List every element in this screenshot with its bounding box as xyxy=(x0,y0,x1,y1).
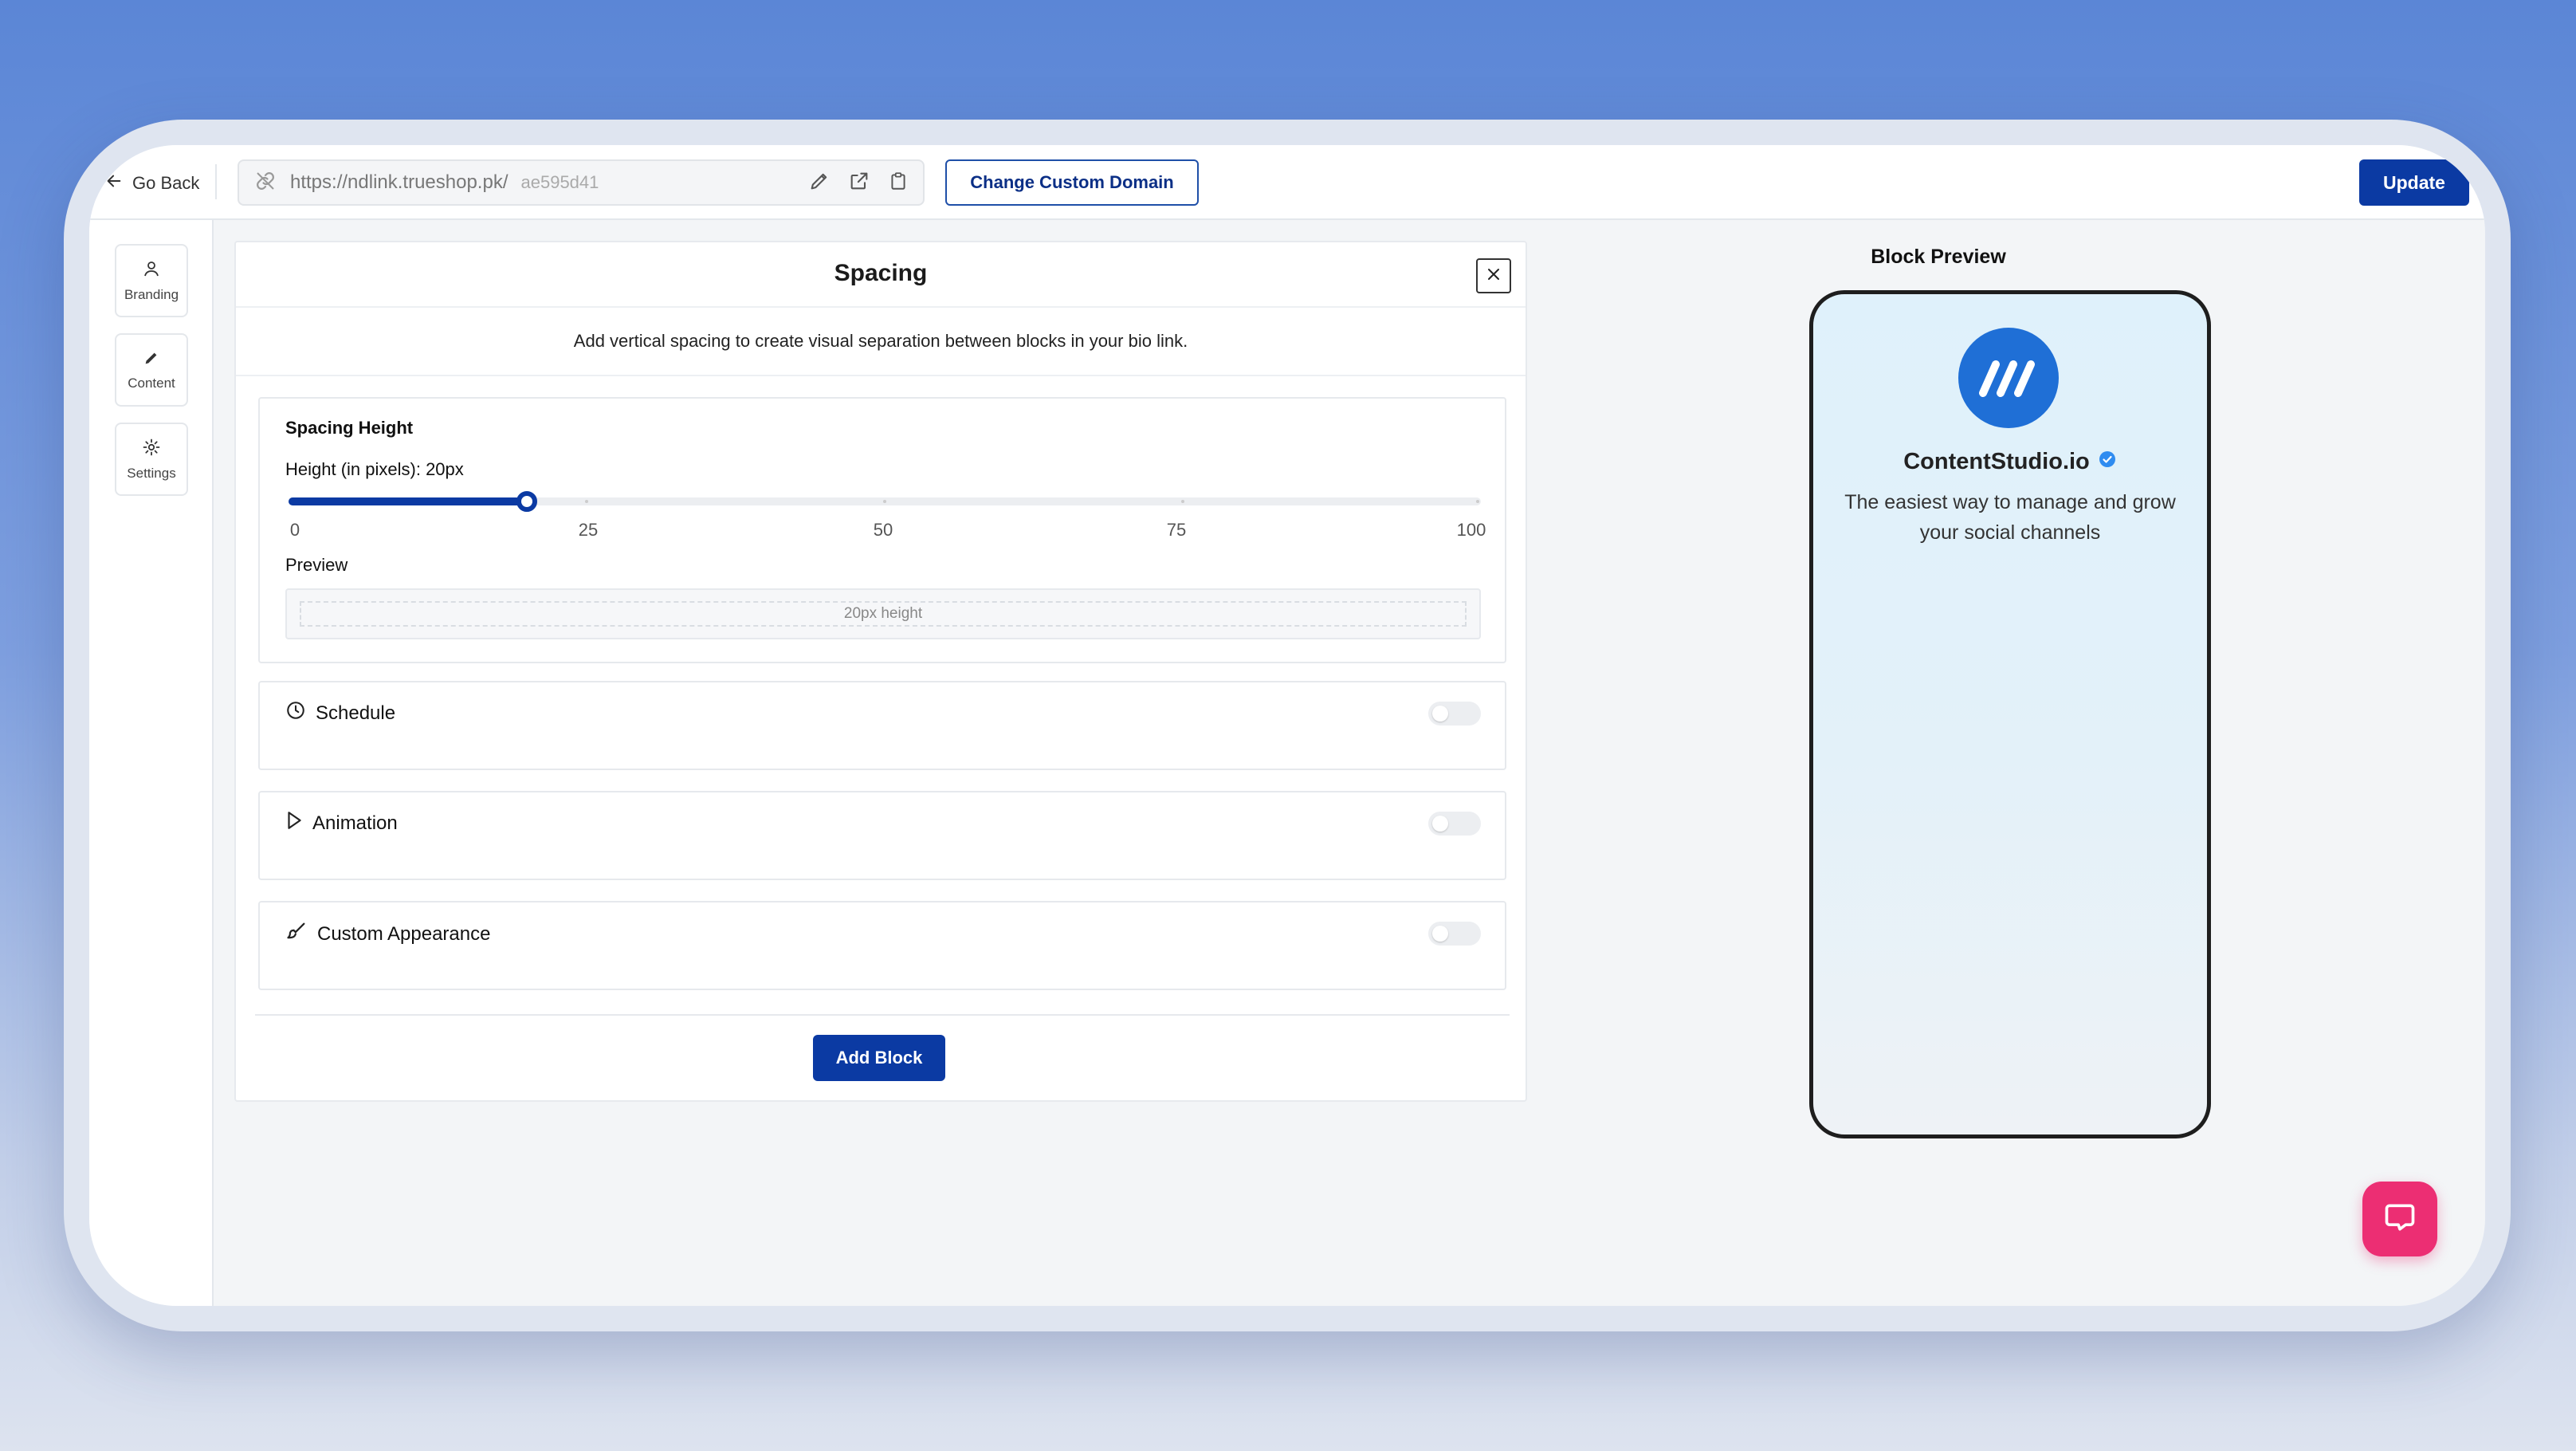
toggle-knob xyxy=(1432,706,1448,722)
brand-name: ContentStudio.io xyxy=(1903,449,2090,474)
toggle-knob xyxy=(1432,926,1448,942)
chat-icon xyxy=(2382,1200,2417,1239)
play-icon xyxy=(285,810,303,836)
tick-label: 50 xyxy=(873,520,893,540)
spacing-preview: 20px height xyxy=(285,588,1481,639)
verified-badge-icon xyxy=(2098,449,2117,475)
phone-preview: ContentStudio.io The easiest way to mana… xyxy=(1809,290,2211,1138)
pencil-icon xyxy=(143,349,160,371)
block-preview-title: Block Preview xyxy=(1871,246,2006,268)
sidebar-item-label: Branding xyxy=(124,286,179,302)
slider-thumb[interactable] xyxy=(516,491,538,512)
close-button[interactable] xyxy=(1476,258,1511,293)
animation-toggle[interactable] xyxy=(1428,812,1481,836)
schedule-card: Schedule xyxy=(258,681,1506,770)
schedule-toggle[interactable] xyxy=(1428,702,1481,726)
copy-icon[interactable] xyxy=(888,170,909,196)
tick-label: 0 xyxy=(289,520,300,540)
slider-tick xyxy=(883,500,886,503)
sidebar-item-content[interactable]: Content xyxy=(115,333,188,407)
slider-tick xyxy=(585,500,588,503)
change-custom-domain-button[interactable]: Change Custom Domain xyxy=(945,159,1199,206)
url-field[interactable]: https://ndlink.trueshop.pk/ ae595d41 xyxy=(238,159,925,206)
spacing-editor-panel: Spacing Add vertical spacing to create v… xyxy=(234,241,1527,1102)
clock-icon xyxy=(285,700,306,726)
sidebar-item-label: Content xyxy=(128,375,175,391)
contentstudio-logo xyxy=(1958,328,2059,428)
animation-label: Animation xyxy=(312,812,398,834)
brand-tagline: The easiest way to manage and grow your … xyxy=(1844,491,2176,544)
go-back-button[interactable]: Go Back xyxy=(105,167,199,199)
slider-tick xyxy=(1181,500,1184,503)
tick-label: 75 xyxy=(1166,520,1187,540)
slider-tick xyxy=(1476,500,1479,503)
app-screen: Go Back https://ndlink.trueshop.pk/ ae59… xyxy=(89,145,2485,1306)
url-text: https://ndlink.trueshop.pk/ xyxy=(290,171,509,193)
divider xyxy=(255,1014,1510,1016)
height-slider[interactable] xyxy=(289,491,1481,512)
panel-title: Spacing xyxy=(834,260,928,286)
close-icon xyxy=(1486,266,1502,286)
panel-description: Add vertical spacing to create visual se… xyxy=(236,308,1526,376)
schedule-label: Schedule xyxy=(316,702,396,724)
tick-label: 100 xyxy=(1456,520,1486,540)
edit-icon[interactable] xyxy=(808,170,831,196)
brush-icon xyxy=(285,920,308,948)
height-label: Height (in pixels): 20px xyxy=(285,459,464,479)
user-icon xyxy=(142,259,161,282)
gear-icon xyxy=(142,438,161,461)
external-link-icon[interactable] xyxy=(848,170,870,196)
go-back-label: Go Back xyxy=(132,173,200,193)
spacing-height-card: Spacing Height Height (in pixels): 20px … xyxy=(258,397,1506,663)
sidebar: Branding Content Settings xyxy=(89,220,214,1306)
custom-appearance-toggle[interactable] xyxy=(1428,922,1481,946)
arrow-left-icon xyxy=(105,172,123,195)
toggle-knob xyxy=(1432,816,1448,832)
sidebar-item-settings[interactable]: Settings xyxy=(115,423,188,496)
preview-label: Preview xyxy=(285,555,348,575)
spacing-preview-text: 20px height xyxy=(300,601,1467,627)
animation-card: Animation xyxy=(258,791,1506,880)
update-button[interactable]: Update xyxy=(2359,159,2469,206)
sidebar-item-branding[interactable]: Branding xyxy=(115,244,188,317)
url-slug: ae595d41 xyxy=(520,172,599,192)
section-title: Spacing Height xyxy=(285,418,414,438)
tick-label: 25 xyxy=(578,520,599,540)
chat-support-button[interactable] xyxy=(2362,1182,2437,1256)
top-bar: Go Back https://ndlink.trueshop.pk/ ae59… xyxy=(89,145,2485,220)
link-icon xyxy=(253,169,277,197)
add-block-button[interactable]: Add Block xyxy=(813,1035,945,1081)
panel-header: Spacing xyxy=(236,242,1526,308)
custom-appearance-label: Custom Appearance xyxy=(317,922,491,945)
divider xyxy=(215,164,217,199)
slider-fill xyxy=(289,497,528,505)
custom-appearance-card: Custom Appearance xyxy=(258,901,1506,990)
sidebar-item-label: Settings xyxy=(127,465,176,481)
